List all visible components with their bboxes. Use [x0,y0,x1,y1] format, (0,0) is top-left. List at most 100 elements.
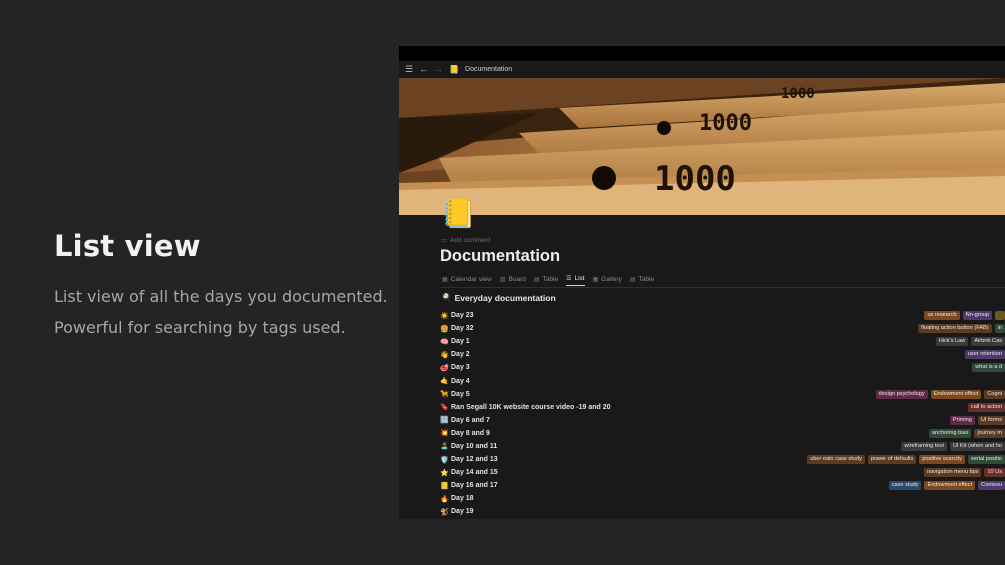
list-item[interactable]: 🍔 Day 32 floating action button (FAB) in [439,322,1005,335]
list-item[interactable]: ⭐ Day 14 and 15 navigation menu tips 10 Us [439,466,1005,479]
tag-badge[interactable]: Hick's Law [935,337,969,347]
tag-badge[interactable]: UI Kit (when and ho [949,441,1005,451]
tag-badge[interactable]: serial positio [967,455,1005,465]
list-item[interactable]: 👋 Day 2 user retention [439,348,1005,361]
top-bar: ☰ ← → 📒 Documentation [399,61,1005,78]
menu-icon[interactable]: ☰ [405,65,413,74]
tag-badge[interactable]: positive scarcity [919,455,965,465]
tag-badge[interactable]: Endowment effect [924,481,976,491]
row-title: Day 2 [451,351,470,359]
cover-image[interactable]: 1000 1000 1000 [399,78,1005,215]
tag-badge[interactable] [995,311,1005,320]
tag-badge[interactable]: 10 Us [984,468,1005,478]
board-icon: ▥ [499,276,506,283]
row-title: Day 3 [451,364,470,372]
tag-badge[interactable]: Contexu [978,481,1005,491]
tab-list[interactable]: ☰ List [566,275,585,286]
row-emoji: 🤙 [440,378,449,386]
arrow-right-icon[interactable]: → [434,65,443,74]
page-icon[interactable]: 📒 [441,198,476,230]
tag-badge[interactable]: design psychology [875,389,928,399]
tag-badge[interactable]: wireframing tool [901,441,947,451]
tag-badge[interactable]: power of defaults [867,455,917,465]
gallery-icon: ▦ [592,276,599,283]
page-title[interactable]: Documentation [440,247,560,266]
tag-badge[interactable]: case study [888,481,922,491]
row-emoji: 🔖 [440,404,449,412]
tag-badge[interactable]: navigation menu tips [924,468,982,478]
row-title: Day 16 and 17 [451,482,498,490]
svg-text:1000: 1000 [781,86,815,102]
row-emoji: 👋 [440,351,449,359]
row-emoji: 🐒 [440,508,449,516]
row-title: Day 32 [451,325,474,333]
list-item[interactable]: 🏝️ Day 10 and 11 wireframing tool UI Kit (w… [439,440,1005,453]
row-tags: Hick's Law Airbnb Cas [935,337,1005,347]
row-title: Day 8 and 9 [451,429,490,437]
list-item[interactable]: 🧠 Day 1 Hick's Law Airbnb Cas [439,335,1005,348]
tag-badge[interactable]: call to action [967,402,1005,412]
list-item[interactable]: 🔥 Day 18 [439,492,1005,505]
tag-badge[interactable]: Nn-group [962,311,992,320]
tag-badge[interactable]: anchoring bias [929,428,972,438]
list-icon: ☰ [566,276,572,282]
row-emoji: 🍔 [440,325,449,333]
database-title[interactable]: 🍳 Everyday documentation [441,292,556,303]
list-item[interactable]: 🤙 Day 4 [439,374,1005,387]
row-emoji: 🧠 [440,338,449,346]
breadcrumb-page-icon: 📒 [449,65,460,74]
tag-badge[interactable]: ux research [924,311,960,320]
list-item[interactable]: 🐒 Day 19 [439,505,1005,518]
table-icon: ▤ [629,276,636,283]
row-title: Day 5 [451,390,470,398]
tag-badge[interactable]: Priming [949,415,975,425]
list-item[interactable]: 🔖 Ran Segall 10K website course video -19… [439,401,1005,414]
tab-table[interactable]: ▤ Table [534,275,558,286]
row-title: Ran Segall 10K website course video -19 … [451,403,611,411]
row-tags: anchoring bias journey m [929,428,1005,438]
tag-badge[interactable]: journey m [974,428,1005,438]
list-item[interactable]: 🔢 Day 6 and 7 Priming UI forms [439,414,1005,427]
tag-badge[interactable]: Endowment effect [930,389,982,399]
row-tags: what is a d [972,363,1005,373]
list-item[interactable]: ☀️ Day 23 ux research Nn-group [439,309,1005,322]
list-item[interactable]: 💥 Day 8 and 9 anchoring bias journey m [439,427,1005,440]
arrow-left-icon[interactable]: ← [419,65,428,74]
add-comment-button[interactable]: ▭ Add comment [441,236,490,245]
row-title: Day 6 and 7 [451,416,490,424]
tab-table-2[interactable]: ▤ Table [630,275,654,286]
list-item[interactable]: 🛡️ Day 12 and 13 uber eats case study power… [439,453,1005,466]
row-title: Day 23 [451,312,474,320]
tag-badge[interactable]: UI forms [977,415,1005,425]
list-item[interactable]: 📒 Day 16 and 17 case study Endowment effect… [439,479,1005,492]
breadcrumb[interactable]: Documentation [465,66,512,73]
tag-badge[interactable]: user retention [964,350,1005,360]
promo-description-line-1: List view of all the days you documented… [54,287,388,306]
row-tags: design psychology Endowment effect Cogni [875,389,1005,399]
row-tags: case study Endowment effect Contexu [888,481,1005,491]
tag-badge[interactable]: in [994,324,1005,334]
tag-badge[interactable]: Cogni [984,389,1005,399]
tag-badge[interactable]: what is a d [972,363,1005,373]
row-tags: Priming UI forms [949,415,1005,425]
row-title: Day 14 and 15 [451,469,498,477]
tab-board[interactable]: ▥ Board [500,275,526,286]
tab-calendar-view[interactable]: ▦ Calendar view [442,275,492,286]
app-window: ☰ ← → 📒 Documentation 1000 1000 1000 📒 ▭… [399,46,1005,519]
tab-gallery[interactable]: ▦ Gallery [593,275,622,286]
row-title: Day 10 and 11 [451,442,498,450]
row-tags: ux research Nn-group [924,311,1005,320]
window-titlebar [399,46,1005,61]
row-emoji: 📒 [440,482,449,490]
row-tags: wireframing tool UI Kit (when and ho [901,441,1005,451]
tag-badge[interactable]: Airbnb Cas [971,337,1005,347]
tag-badge[interactable]: uber eats case study [807,455,865,465]
tag-badge[interactable]: floating action button (FAB) [918,324,992,334]
list-item[interactable]: 🥩 Day 3 what is a d [439,361,1005,374]
table-icon: ▤ [533,276,540,283]
row-emoji: ⭐ [440,469,449,477]
calendar-icon: ▦ [442,276,448,283]
list-item[interactable]: 🦮 Day 5 design psychology Endowment effect C… [439,388,1005,401]
row-emoji: 🦮 [440,391,449,399]
row-emoji: 🔥 [440,495,449,503]
